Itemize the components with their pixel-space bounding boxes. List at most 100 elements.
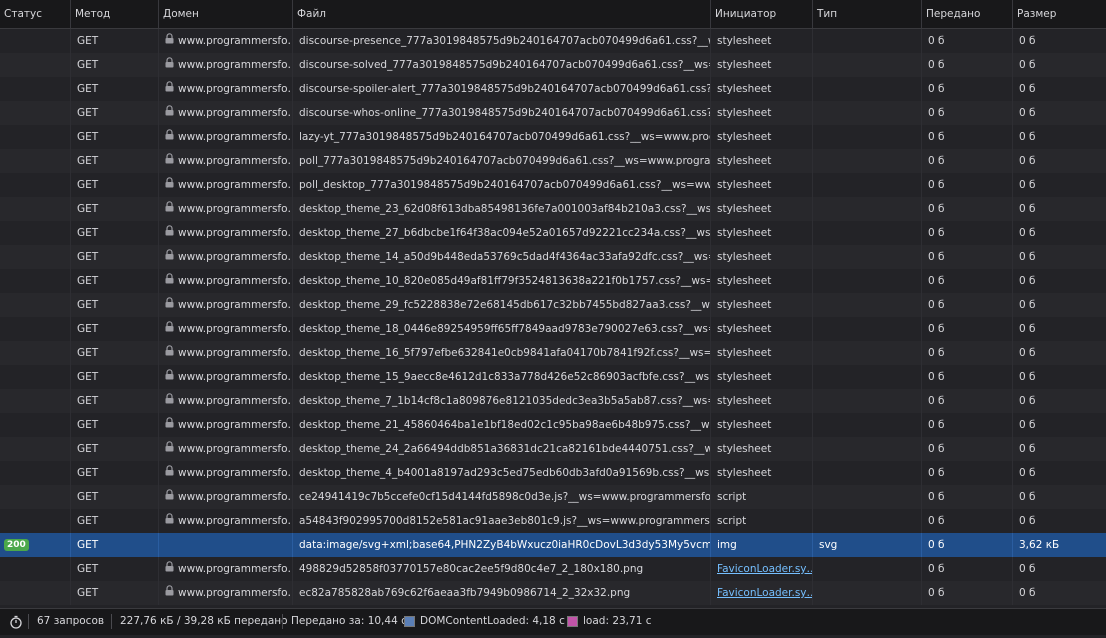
table-row[interactable]: GET www.programmersfo… desktop_theme_7_1b1… <box>0 389 1106 413</box>
cell-method: GET <box>71 461 159 485</box>
cell-transferred: 0 б <box>922 533 1013 557</box>
cell-file: a54843f902995700d8152e581ac91aae3eb801c9… <box>293 509 711 533</box>
cell-transferred: 0 б <box>922 197 1013 221</box>
initiator-link[interactable]: FaviconLoader.sy… <box>717 587 812 599</box>
table-row[interactable]: GET www.programmersfo… a54843f902995700d81… <box>0 509 1106 533</box>
cell-transferred: 0 б <box>922 485 1013 509</box>
column-header-transferred[interactable]: Передано <box>922 0 1013 28</box>
initiator-link[interactable]: FaviconLoader.sy… <box>717 563 812 575</box>
table-row[interactable]: GET www.programmersfo… discourse-solved_77… <box>0 53 1106 77</box>
cell-type <box>813 29 922 53</box>
table-row[interactable]: GET www.programmersfo… discourse-spoiler-a… <box>0 77 1106 101</box>
domain-text: www.programmersfo… <box>178 491 293 503</box>
cell-size: 0 б <box>1019 83 1036 95</box>
cell-type <box>813 317 922 341</box>
cell-size: 0 б <box>1019 467 1036 479</box>
cell-initiator: stylesheet <box>711 197 813 221</box>
lock-icon <box>165 269 174 293</box>
table-row[interactable]: GET www.programmersfo… desktop_theme_4_b40… <box>0 461 1106 485</box>
cell-file: desktop_theme_29_fc5228838e72e68145db617… <box>293 293 711 317</box>
cell-file: poll_777a3019848575d9b240164707acb070499… <box>293 149 711 173</box>
cell-method: GET <box>71 317 159 341</box>
cell-transferred: 0 б <box>922 245 1013 269</box>
table-row[interactable]: GET www.programmersfo… ce24941419c7b5ccefe… <box>0 485 1106 509</box>
table-row[interactable]: GET www.programmersfo… desktop_theme_10_82… <box>0 269 1106 293</box>
lock-icon <box>165 125 174 149</box>
cell-method: GET <box>71 149 159 173</box>
dom-swatch <box>404 615 415 627</box>
cell-initiator: stylesheet <box>711 461 813 485</box>
dom-content-loaded: DOMContentLoaded: 4,18 с <box>404 609 565 633</box>
domain-text: www.programmersfo… <box>178 107 293 119</box>
cell-status <box>0 269 71 293</box>
cell-size: 0 б <box>1019 299 1036 311</box>
cell-status <box>0 365 71 389</box>
cell-status <box>0 101 71 125</box>
table-row[interactable]: GET www.programmersfo… 498829d52858f037701… <box>0 557 1106 581</box>
cell-method: GET <box>71 365 159 389</box>
cell-size: 0 б <box>1019 323 1036 335</box>
table-row[interactable]: GET www.programmersfo… desktop_theme_21_45… <box>0 413 1106 437</box>
cell-method: GET <box>71 389 159 413</box>
cell-method: GET <box>71 269 159 293</box>
cell-status <box>0 317 71 341</box>
table-row[interactable]: GET www.programmersfo… desktop_theme_18_04… <box>0 317 1106 341</box>
lock-icon <box>165 221 174 245</box>
cell-status <box>0 389 71 413</box>
cell-initiator: img <box>711 533 813 557</box>
domain-text: www.programmersfo… <box>178 587 293 599</box>
table-row[interactable]: GET www.programmersfo… desktop_theme_29_fc… <box>0 293 1106 317</box>
lock-icon <box>165 437 174 461</box>
cell-initiator: stylesheet <box>711 413 813 437</box>
column-header-file[interactable]: Файл <box>293 0 711 28</box>
column-header-status[interactable]: Статус <box>0 0 71 28</box>
cell-size: 0 б <box>1019 275 1036 287</box>
cell-domain: www.programmersfo… <box>159 581 293 605</box>
table-row[interactable]: GET www.programmersfo… poll_777a3019848575… <box>0 149 1106 173</box>
table-row[interactable]: GET www.programmersfo… desktop_theme_15_9a… <box>0 365 1106 389</box>
table-row[interactable]: GET www.programmersfo… ec82a785828ab769c62… <box>0 581 1106 605</box>
table-row[interactable]: GET www.programmersfo… desktop_theme_14_a5… <box>0 245 1106 269</box>
table-row[interactable]: GET www.programmersfo… desktop_theme_27_b6… <box>0 221 1106 245</box>
cell-size: 0 б <box>1019 35 1036 47</box>
column-header-domain[interactable]: Домен <box>159 0 293 28</box>
cell-size: 0 б <box>1019 131 1036 143</box>
cell-initiator: stylesheet <box>711 365 813 389</box>
cell-method: GET <box>71 125 159 149</box>
cell-file: desktop_theme_7_1b14cf8c1a809876e8121035… <box>293 389 711 413</box>
lock-icon <box>165 173 174 197</box>
cell-file: lazy-yt_777a3019848575d9b240164707acb070… <box>293 125 711 149</box>
cell-method: GET <box>71 77 159 101</box>
table-row[interactable]: GET www.programmersfo… desktop_theme_16_5f… <box>0 341 1106 365</box>
column-header-size[interactable]: Размер <box>1013 0 1106 28</box>
cell-method: GET <box>71 197 159 221</box>
cell-file: desktop_theme_24_2a66494ddb851a36831dc21… <box>293 437 711 461</box>
cell-method: GET <box>71 557 159 581</box>
lock-icon <box>165 317 174 341</box>
cell-status <box>0 437 71 461</box>
domain-text: www.programmersfo… <box>178 275 293 287</box>
cell-method: GET <box>71 221 159 245</box>
table-row[interactable]: GET www.programmersfo… discourse-presence_… <box>0 29 1106 53</box>
table-row[interactable]: 200 GET data:image/svg+xml;base64,PHN2ZyB4… <box>0 533 1106 557</box>
cell-initiator: FaviconLoader.sy… <box>711 557 813 581</box>
cell-file: desktop_theme_18_0446e89254959ff65ff7849… <box>293 317 711 341</box>
table-row[interactable]: GET www.programmersfo… desktop_theme_23_62… <box>0 197 1106 221</box>
lock-icon <box>165 53 174 77</box>
cell-transferred: 0 б <box>922 269 1013 293</box>
table-row[interactable]: GET www.programmersfo… discourse-whos-onli… <box>0 101 1106 125</box>
table-row[interactable]: GET www.programmersfo… lazy-yt_777a3019848… <box>0 125 1106 149</box>
table-row[interactable]: GET www.programmersfo… desktop_theme_24_2a… <box>0 437 1106 461</box>
table-row[interactable]: GET www.programmersfo… poll_desktop_777a30… <box>0 173 1106 197</box>
cell-type <box>813 149 922 173</box>
cell-initiator: stylesheet <box>711 341 813 365</box>
stopwatch-icon[interactable] <box>9 614 23 629</box>
column-header-method[interactable]: Метод <box>71 0 159 28</box>
dom-content-loaded-label: DOMContentLoaded: 4,18 с <box>420 615 565 627</box>
cell-domain: www.programmersfo… <box>159 413 293 437</box>
cell-size: 0 б <box>1019 419 1036 431</box>
cell-type <box>813 437 922 461</box>
column-header-initiator[interactable]: Инициатор <box>711 0 813 28</box>
cell-method: GET <box>71 29 159 53</box>
column-header-type[interactable]: Тип <box>813 0 922 28</box>
